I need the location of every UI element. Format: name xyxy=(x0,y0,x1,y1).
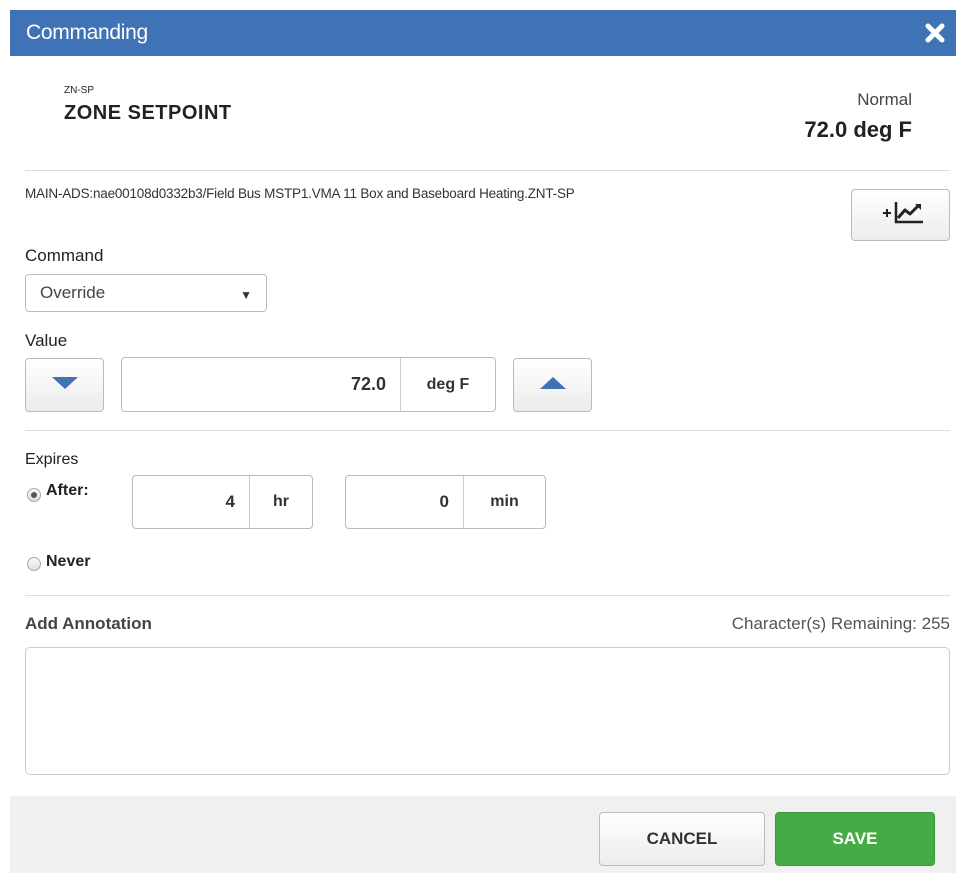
increment-button[interactable] xyxy=(513,358,592,412)
hours-input-group[interactable]: 4 hr xyxy=(132,475,313,529)
expires-never-radio[interactable] xyxy=(27,557,41,571)
expires-label: Expires xyxy=(25,451,79,468)
hours-input[interactable]: 4 xyxy=(133,476,249,528)
add-trend-icon xyxy=(875,198,927,233)
minutes-input-group[interactable]: 0 min xyxy=(345,475,546,529)
save-button[interactable]: SAVE xyxy=(775,812,935,866)
hours-unit: hr xyxy=(249,476,312,528)
value-label: Value xyxy=(25,331,68,350)
object-name: ZONE SETPOINT xyxy=(64,102,232,124)
object-short-name: ZN-SP xyxy=(64,85,94,96)
minutes-unit: min xyxy=(463,476,545,528)
command-select-value: Override xyxy=(40,283,106,302)
annotation-label: Add Annotation xyxy=(25,614,152,633)
divider xyxy=(25,430,950,431)
annotation-textarea[interactable] xyxy=(25,647,950,775)
add-trend-button[interactable] xyxy=(851,189,950,241)
object-path: MAIN-ADS:nae00108d0332b3/Field Bus MSTP1… xyxy=(25,186,575,201)
divider xyxy=(25,595,950,596)
expires-after-label: After: xyxy=(46,482,89,499)
characters-remaining: Character(s) Remaining: 255 xyxy=(731,614,950,633)
divider xyxy=(25,170,950,171)
triangle-down-icon xyxy=(50,375,80,396)
command-select[interactable]: Override ▼ xyxy=(25,274,267,312)
value-unit: deg F xyxy=(400,358,495,411)
command-label: Command xyxy=(25,246,104,265)
cancel-button[interactable]: CANCEL xyxy=(599,812,765,866)
present-value: 72.0 deg F xyxy=(804,117,912,142)
object-status: Normal xyxy=(857,90,912,109)
close-icon[interactable] xyxy=(920,18,950,48)
value-input[interactable]: 72.0 xyxy=(122,358,400,411)
decrement-button[interactable] xyxy=(25,358,104,412)
dialog-title: Commanding xyxy=(26,21,148,44)
expires-never-label: Never xyxy=(46,553,91,570)
dialog-title-bar: Commanding xyxy=(10,10,956,56)
triangle-up-icon xyxy=(538,375,568,396)
minutes-input[interactable]: 0 xyxy=(346,476,463,528)
expires-after-radio[interactable] xyxy=(27,488,41,502)
chevron-down-icon: ▼ xyxy=(240,288,252,302)
value-input-group[interactable]: 72.0 deg F xyxy=(121,357,496,412)
